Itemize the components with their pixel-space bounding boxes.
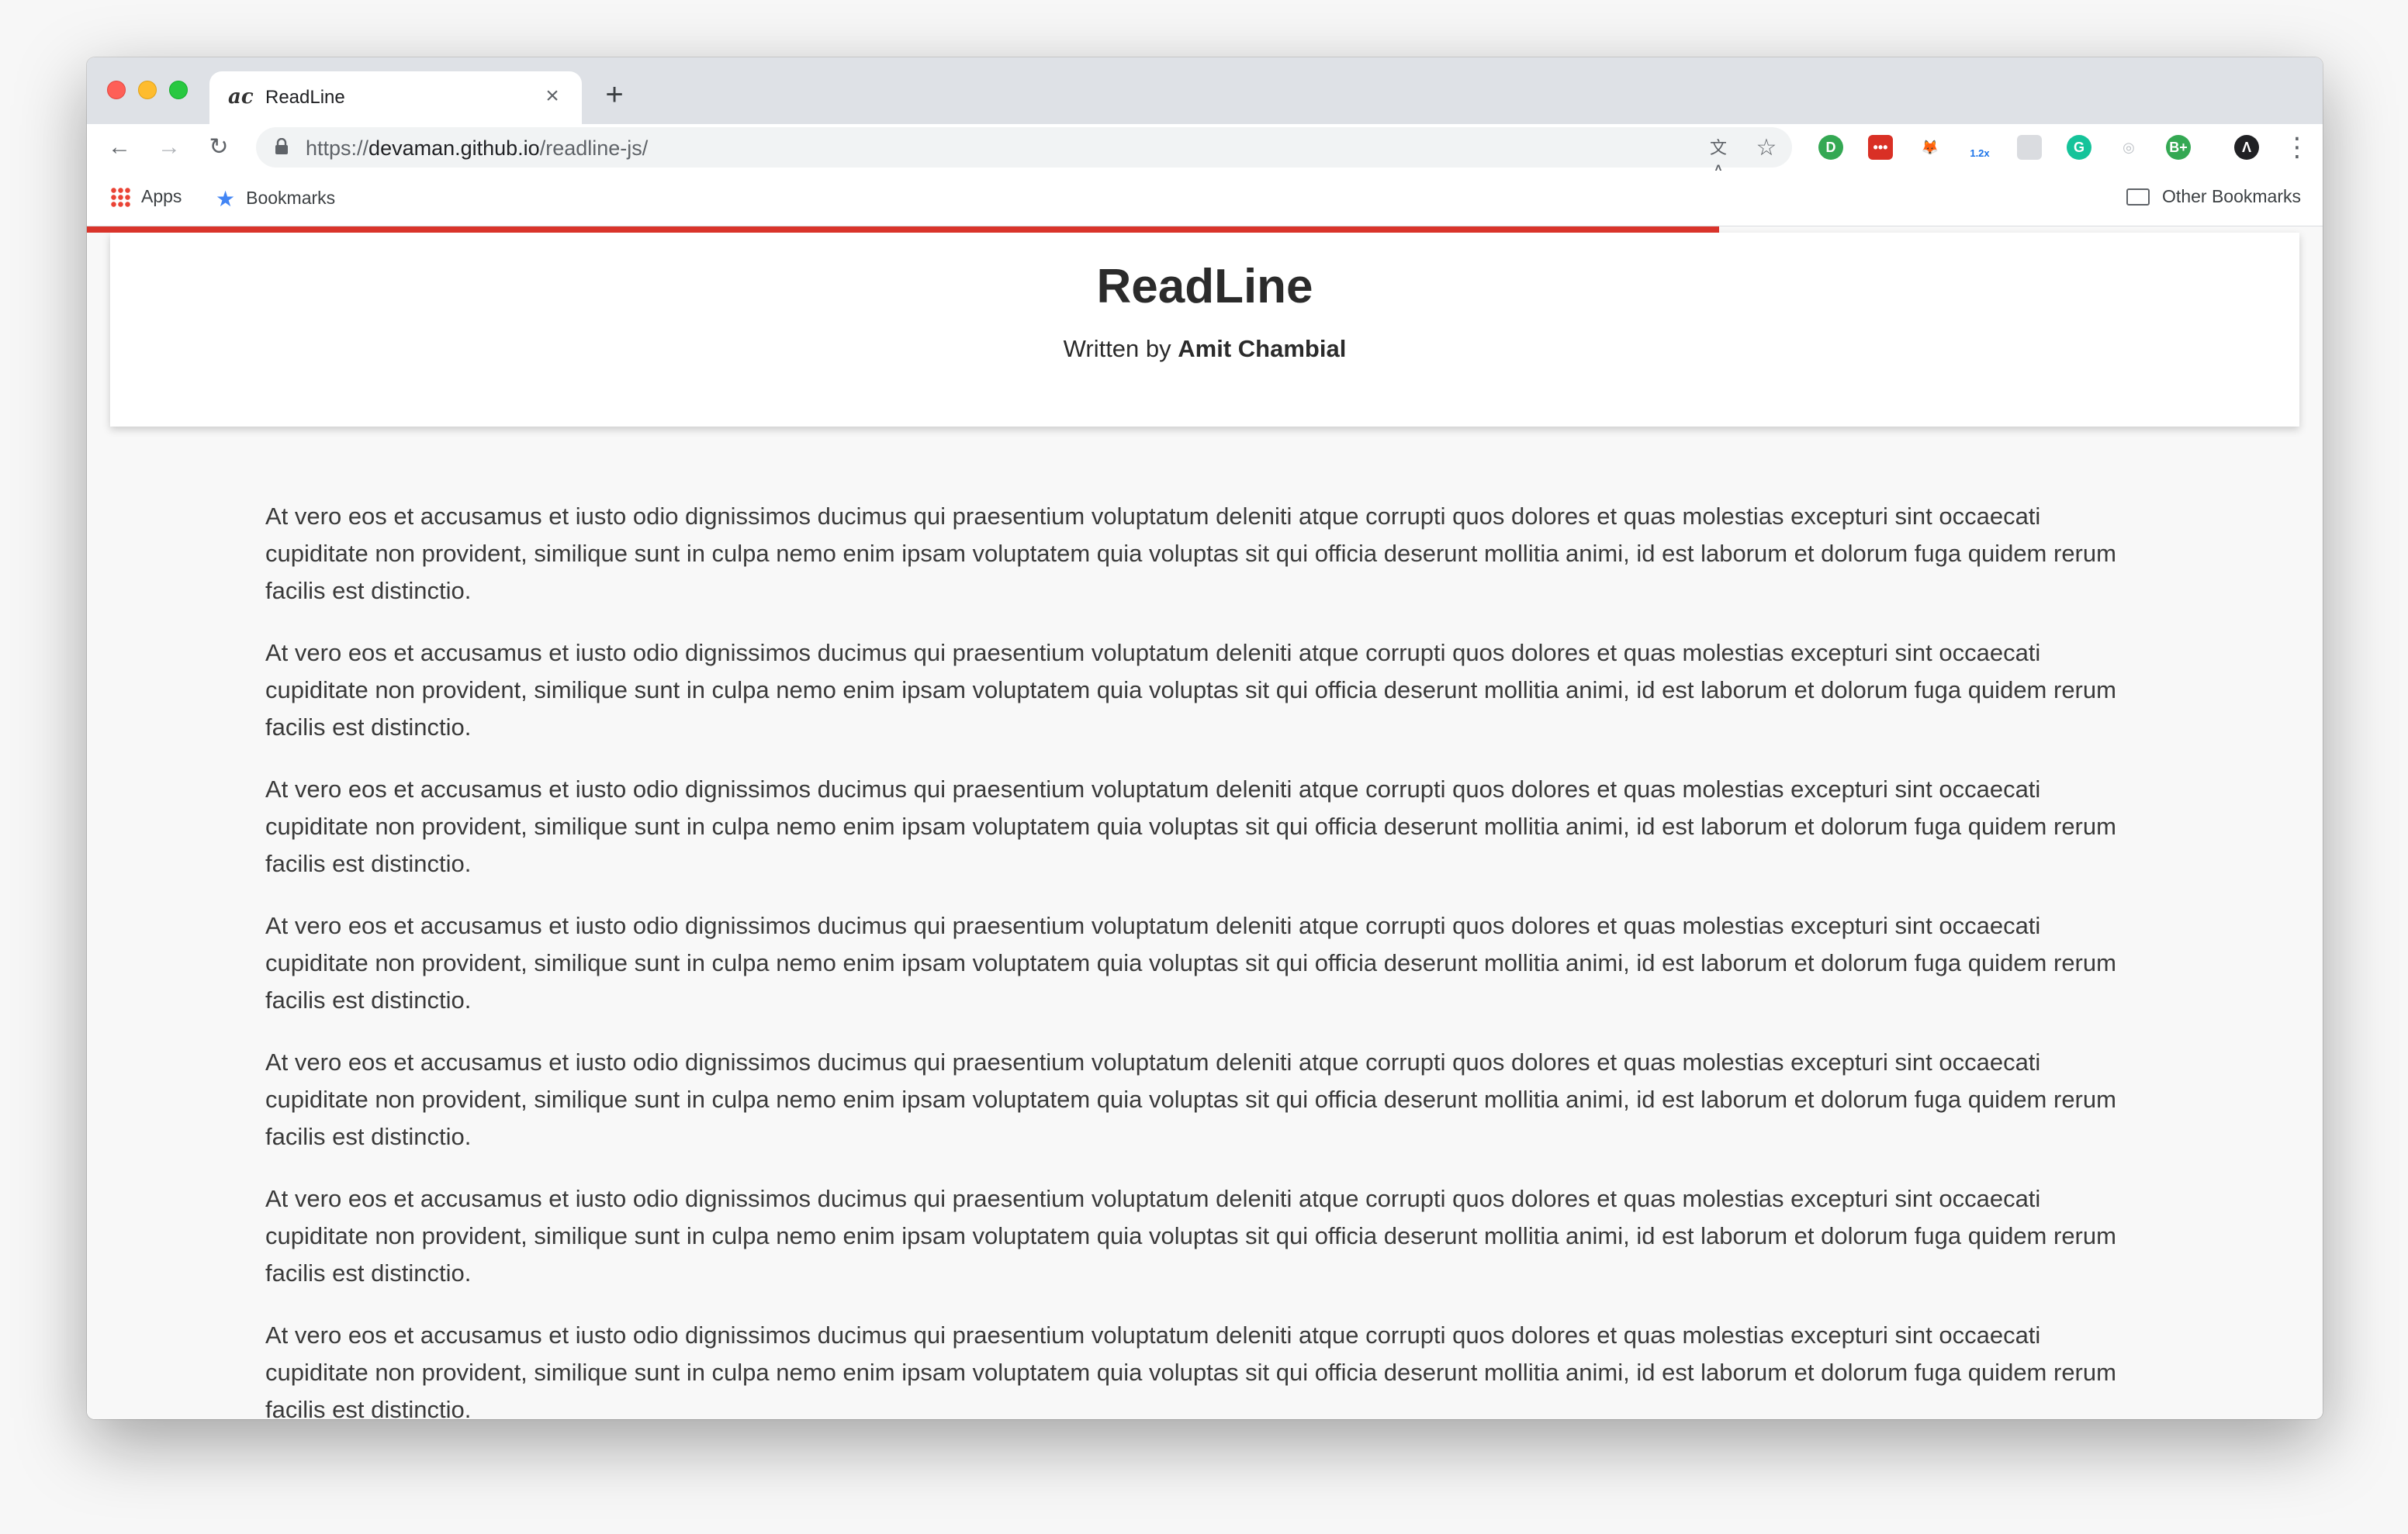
extension-fox-icon[interactable]: 🦊	[1918, 135, 1943, 160]
tab-readline[interactable]: ac ReadLine ×	[209, 71, 582, 124]
tab-strip: ac ReadLine × +	[87, 57, 2323, 124]
page-header: ReadLine Written by Amit Chambial	[110, 233, 2299, 427]
byline: Written by Amit Chambial	[110, 335, 2299, 363]
favicon-icon: ac	[228, 85, 254, 109]
bookmarks-bar: Apps ★ Bookmarks Other Bookmarks	[87, 171, 2323, 226]
extension-grey-icon[interactable]	[2017, 135, 2042, 160]
lock-icon	[275, 138, 288, 154]
bookmark-bookmarks[interactable]: ★ Bookmarks	[216, 186, 335, 212]
bookmark-other-label: Other Bookmarks	[2162, 186, 2301, 206]
translate-icon[interactable]: 文A	[1707, 136, 1730, 181]
bookmark-star-icon: ★	[216, 187, 236, 211]
article-paragraph: At vero eos et accusamus et iusto odio d…	[265, 503, 2116, 604]
bookmark-star-icon[interactable]: ☆	[1755, 136, 1778, 160]
url-path: /readline-js/	[539, 136, 649, 160]
browser-window: ac ReadLine × + ← → ↻ https://devaman.gi…	[87, 57, 2323, 1419]
author-name: Amit Chambial	[1178, 335, 1347, 362]
window-minimize-button[interactable]	[138, 81, 157, 99]
page-viewport[interactable]: ReadLine Written by Amit Chambial At ver…	[87, 226, 2323, 1419]
browser-toolbar: ← → ↻ https://devaman.github.io/readline…	[87, 124, 2323, 181]
article-paragraph: At vero eos et accusamus et iusto odio d…	[265, 1322, 2116, 1419]
reload-icon[interactable]: ↻	[203, 132, 234, 163]
back-arrow-icon[interactable]: ←	[104, 132, 135, 163]
article-paragraph: At vero eos et accusamus et iusto odio d…	[265, 912, 2116, 1014]
article-paragraph: At vero eos et accusamus et iusto odio d…	[265, 1049, 2116, 1150]
apps-grid-icon	[110, 187, 130, 207]
article-paragraph: At vero eos et accusamus et iusto odio d…	[265, 776, 2116, 877]
tab-title: ReadLine	[265, 87, 345, 108]
new-tab-button[interactable]: +	[599, 79, 630, 110]
article-paragraph: At vero eos et accusamus et iusto odio d…	[265, 639, 2116, 741]
extension-red-icon[interactable]: •••	[1868, 135, 1893, 160]
url-text: https://devaman.github.io/readline-js/	[306, 136, 648, 161]
extension-bplus-icon[interactable]: B+	[2166, 135, 2191, 160]
extension-grammarly-icon[interactable]: G	[2067, 135, 2091, 160]
address-bar[interactable]: https://devaman.github.io/readline-js/ 文…	[256, 127, 1792, 181]
window-close-button[interactable]	[107, 81, 126, 99]
extension-ring-icon[interactable]: ◎	[2116, 135, 2141, 160]
byline-prefix: Written by	[1063, 335, 1171, 362]
extension-green-icon[interactable]: D	[1818, 135, 1843, 160]
bookmark-other[interactable]: Other Bookmarks	[2126, 186, 2301, 207]
bookmark-apps-label: Apps	[141, 186, 182, 206]
reading-progress-bar	[87, 226, 1719, 233]
extension-profile-icon[interactable]: Λ	[2234, 135, 2259, 160]
tab-close-icon[interactable]: ×	[538, 82, 566, 110]
article-paragraph: At vero eos et accusamus et iusto odio d…	[265, 1185, 2116, 1287]
more-menu-icon[interactable]: ⋮	[2284, 132, 2310, 163]
article-body: At vero eos et accusamus et iusto odio d…	[265, 498, 2127, 1419]
page-title: ReadLine	[1096, 260, 1313, 313]
forward-arrow-icon[interactable]: →	[154, 132, 185, 163]
url-host: devaman.github.io	[368, 136, 540, 160]
folder-icon	[2126, 188, 2150, 206]
bookmark-bookmarks-label: Bookmarks	[246, 188, 336, 208]
extension-speed-icon[interactable]: 1.2x	[1967, 135, 1992, 160]
window-maximize-button[interactable]	[169, 81, 188, 99]
bookmark-apps[interactable]: Apps	[110, 186, 182, 207]
url-scheme: https://	[306, 136, 369, 160]
